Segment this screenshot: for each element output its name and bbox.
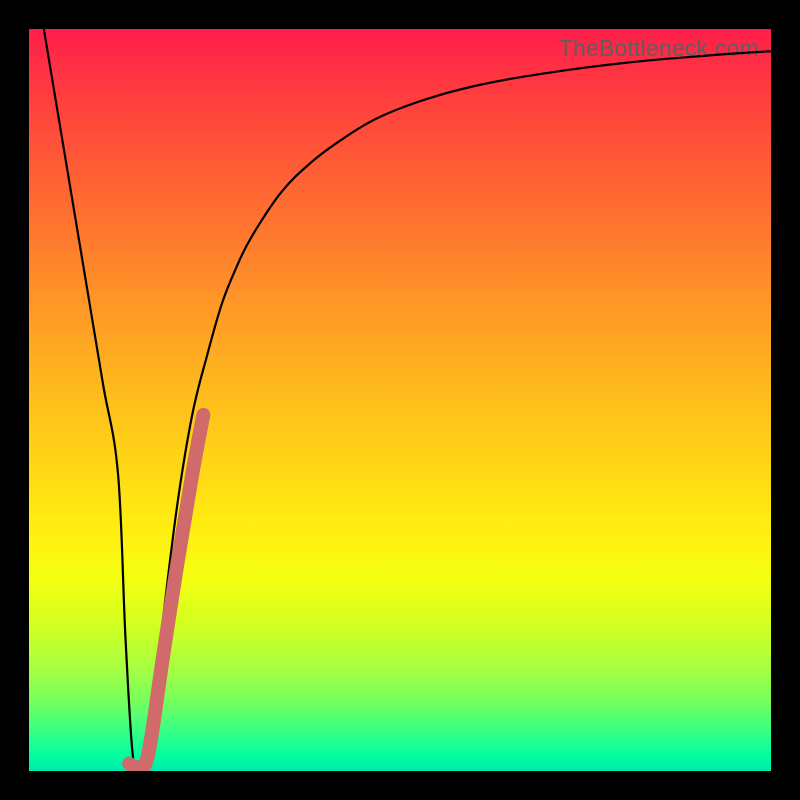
chart-frame: TheBottleneck.com	[0, 0, 800, 800]
highlight-segment	[129, 415, 203, 769]
plot-area: TheBottleneck.com	[29, 29, 771, 771]
curve-line	[44, 29, 771, 771]
chart-overlay	[29, 29, 771, 771]
